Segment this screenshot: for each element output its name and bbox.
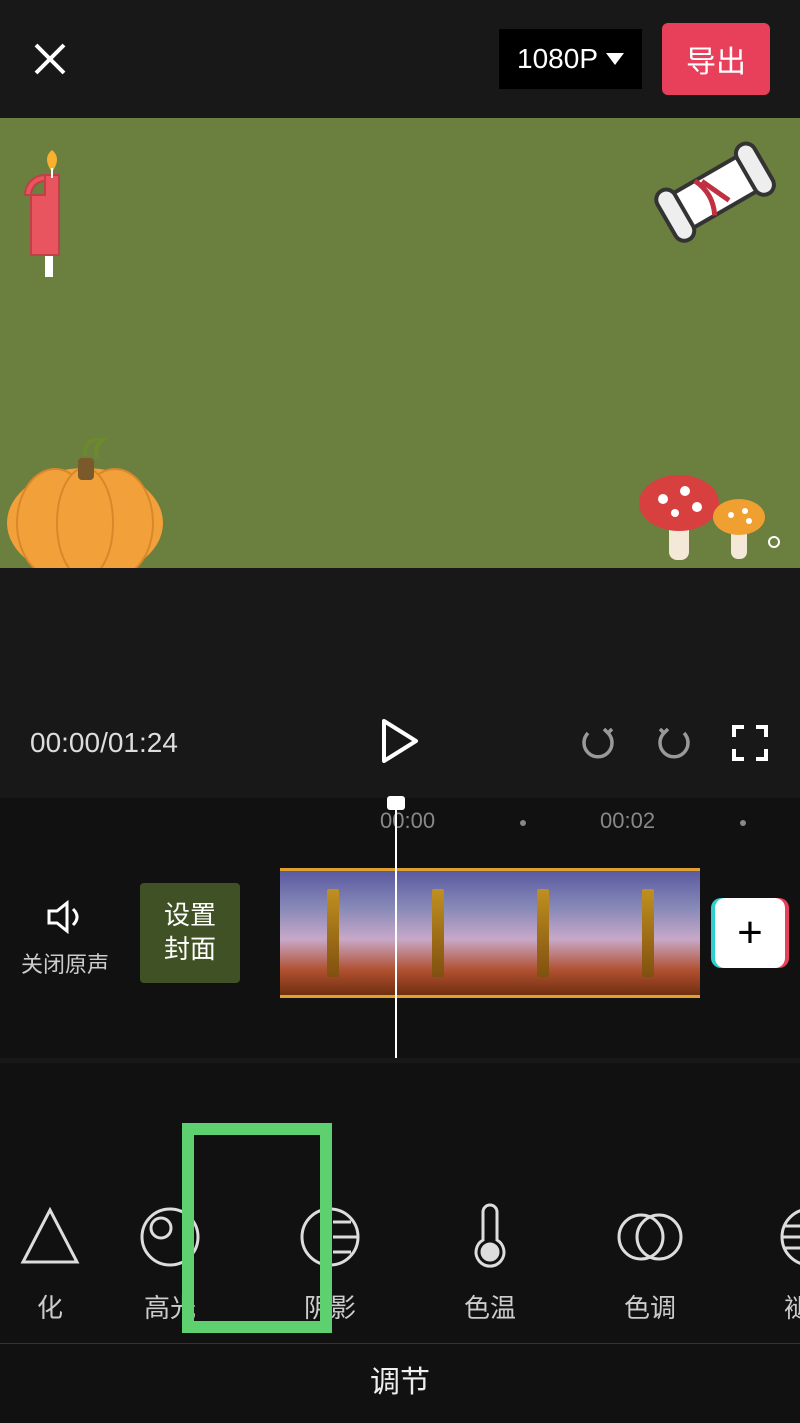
shadow-icon <box>295 1202 365 1272</box>
tool-sharpen[interactable]: 化 <box>10 1202 90 1333</box>
tool-fade[interactable]: 褪色 <box>730 1202 800 1333</box>
redo-button[interactable] <box>654 723 694 763</box>
sharpen-icon <box>15 1202 85 1272</box>
mute-audio-button[interactable] <box>45 897 85 937</box>
time-display: 00:00/01:24 <box>30 727 178 759</box>
resolution-selector[interactable]: 1080P <box>499 29 642 89</box>
tool-highlight[interactable]: 高光 <box>90 1202 250 1333</box>
sticker-scroll-icon <box>640 133 790 263</box>
adjustment-tool-strip[interactable]: 化 高光 阴影 色温 色调 褪色 <box>0 1063 800 1343</box>
timeline-tick-dot <box>740 820 746 826</box>
fullscreen-button[interactable] <box>730 723 770 763</box>
play-button[interactable] <box>380 719 420 768</box>
hue-icon <box>615 1202 685 1272</box>
timeline-tick-dot <box>520 820 526 826</box>
timeline-tick: 00:00 <box>380 808 435 834</box>
temperature-icon <box>455 1202 525 1272</box>
add-clip-button[interactable]: + <box>715 898 785 968</box>
highlight-icon <box>135 1202 205 1272</box>
clip-frame <box>595 871 700 995</box>
sticker-pumpkin-icon <box>0 438 170 568</box>
video-preview[interactable] <box>0 118 800 568</box>
clip-frame <box>385 871 490 995</box>
panel-title: 调节 <box>0 1343 800 1413</box>
tool-hue[interactable]: 色调 <box>570 1202 730 1333</box>
mute-label: 关闭原声 <box>0 947 130 979</box>
video-clip-track[interactable]: + <box>280 858 800 1008</box>
chevron-down-icon <box>606 53 624 65</box>
cover-label: 设置 封面 <box>164 899 216 967</box>
timeline[interactable]: 00:00 00:02 关闭原声 设置 封面 + <box>0 798 800 1058</box>
fade-icon <box>775 1202 800 1272</box>
sticker-mushroom-icon <box>635 463 775 563</box>
undo-button[interactable] <box>578 723 618 763</box>
set-cover-button[interactable]: 设置 封面 <box>140 883 240 983</box>
clip-frame <box>490 871 595 995</box>
close-button[interactable] <box>30 39 70 79</box>
export-button[interactable]: 导出 <box>662 23 770 95</box>
clip-frame <box>280 871 385 995</box>
tool-shadow[interactable]: 阴影 <box>250 1202 410 1333</box>
resolution-label: 1080P <box>517 43 598 75</box>
playhead[interactable] <box>395 798 397 1058</box>
timeline-tick: 00:02 <box>600 808 655 834</box>
tool-temperature[interactable]: 色温 <box>410 1202 570 1333</box>
decoration-dot <box>768 536 780 548</box>
sticker-candle-icon <box>15 140 85 280</box>
